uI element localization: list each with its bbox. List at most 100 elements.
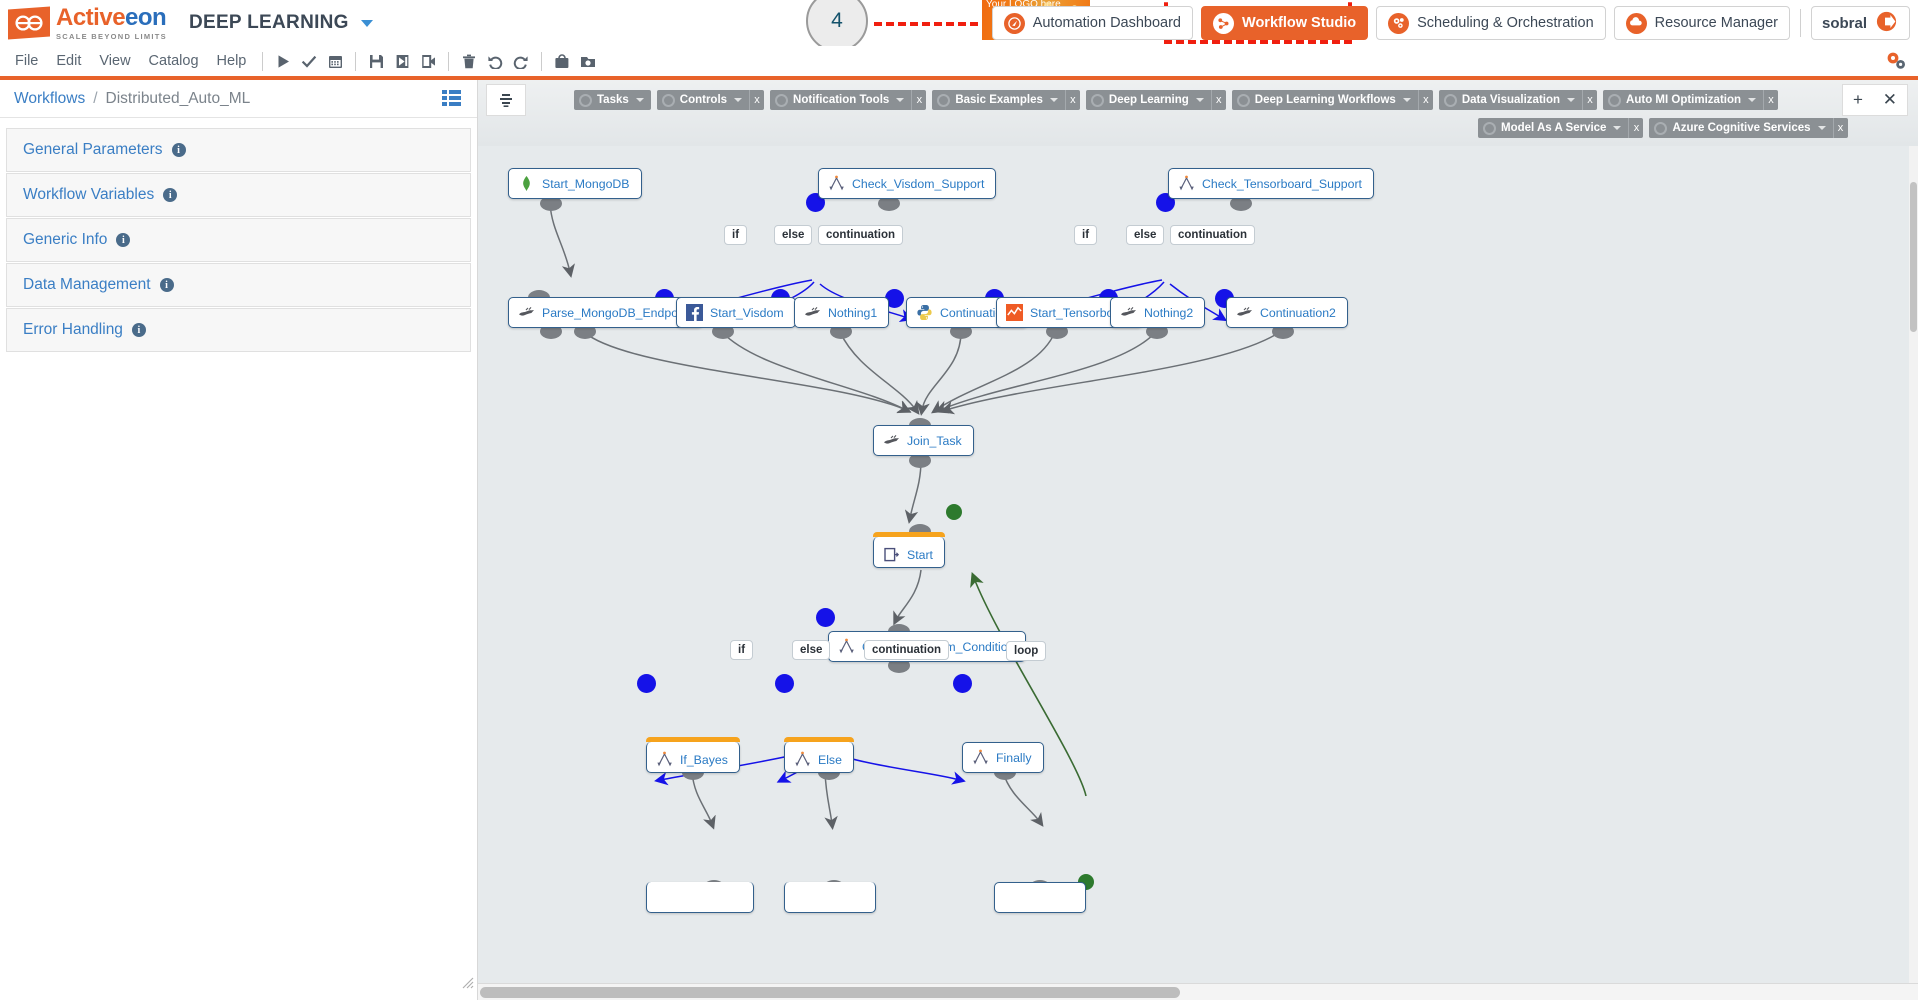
edge-label-else[interactable]: else	[792, 640, 831, 660]
node-finally[interactable]: Finally	[962, 742, 1044, 773]
palette-basic-examples[interactable]: Basic Examples x	[932, 90, 1080, 110]
node-port-loop[interactable]	[946, 504, 962, 520]
node-start-mongodb[interactable]: Start_MongoDB	[508, 168, 642, 199]
user-menu-button[interactable]: sobral	[1810, 6, 1910, 40]
canvas-horizontal-scroll-thumb[interactable]	[480, 987, 1180, 998]
chevron-down-icon[interactable]	[360, 19, 373, 27]
settings-gear-icon[interactable]	[1884, 49, 1908, 73]
logout-arrow-icon[interactable]	[1876, 11, 1899, 36]
execute-play-icon[interactable]	[270, 49, 296, 73]
chevron-down-icon[interactable]	[1567, 98, 1576, 102]
node-nothing1[interactable]: Nothing1	[794, 297, 890, 328]
menu-edit[interactable]: Edit	[47, 50, 90, 72]
edge-label-if[interactable]: if	[1074, 225, 1098, 245]
edge-label-else[interactable]: else	[1126, 225, 1165, 245]
palette-azure-cognitive-services[interactable]: Azure Cognitive Services x	[1649, 118, 1848, 138]
chevron-down-icon[interactable]	[1049, 98, 1058, 102]
add-palette-icon[interactable]: +	[1853, 90, 1863, 110]
accordion-generic-info[interactable]: Generic Info i	[6, 218, 471, 262]
collapse-palette-icon[interactable]: ✕	[1883, 90, 1897, 110]
close-icon[interactable]: x	[1064, 90, 1080, 110]
list-view-icon[interactable]	[441, 88, 463, 108]
canvas-horizontal-scrollbar[interactable]	[478, 983, 1918, 1000]
palette-deep-learning-workflows[interactable]: Deep Learning Workflows x	[1231, 90, 1433, 110]
palette-data-visualization[interactable]: Data Visualization x	[1438, 90, 1598, 110]
close-icon[interactable]: x	[1417, 90, 1433, 110]
node-nothing2[interactable]: Nothing2	[1110, 297, 1206, 328]
node-port-in-branch[interactable]	[775, 674, 794, 693]
chevron-down-icon[interactable]	[734, 98, 743, 102]
node-bottom-partial-3[interactable]	[994, 882, 1086, 913]
edge-label-continuation[interactable]: continuation	[864, 640, 949, 660]
calendar-schedule-icon[interactable]	[322, 49, 348, 73]
info-icon[interactable]: i	[163, 188, 178, 202]
accordion-workflow-variables[interactable]: Workflow Variables i	[6, 173, 471, 217]
node-port-in-branch[interactable]	[953, 674, 972, 693]
edge-label-if[interactable]: if	[724, 225, 748, 245]
nav-scheduling-orchestration[interactable]: Scheduling & Orchestration	[1376, 6, 1606, 40]
edge-label-loop[interactable]: loop	[1006, 641, 1047, 661]
info-icon[interactable]: i	[116, 233, 131, 247]
node-start-loop[interactable]: Start	[873, 532, 945, 568]
redo-icon[interactable]	[508, 49, 534, 73]
chevron-down-icon[interactable]	[896, 98, 905, 102]
edge-label-continuation[interactable]: continuation	[818, 225, 903, 245]
menu-help[interactable]: Help	[208, 50, 256, 72]
close-icon[interactable]: x	[911, 90, 926, 110]
node-bottom-partial-1[interactable]	[646, 882, 754, 913]
canvas-vertical-scrollbar[interactable]	[1909, 146, 1918, 1000]
node-port-branch[interactable]	[816, 608, 835, 627]
palette-tasks[interactable]: Tasks	[574, 90, 651, 110]
chevron-down-icon[interactable]	[1748, 98, 1757, 102]
node-continuation2[interactable]: Continuation2	[1226, 297, 1348, 328]
export-icon[interactable]	[415, 49, 441, 73]
palette-notification-tools[interactable]: Notification Tools x	[770, 90, 927, 110]
package-icon[interactable]	[549, 49, 575, 73]
close-icon[interactable]: x	[1832, 118, 1848, 138]
chevron-down-icon[interactable]	[1195, 98, 1204, 102]
menu-file[interactable]: File	[6, 50, 47, 72]
chevron-down-icon[interactable]	[1817, 126, 1826, 130]
accordion-error-handling[interactable]: Error Handling i	[6, 308, 471, 352]
node-check-visdom-support[interactable]: Check_Visdom_Support	[818, 168, 997, 199]
nav-workflow-studio[interactable]: Workflow Studio	[1201, 6, 1369, 40]
open-folder-icon[interactable]	[575, 49, 601, 73]
close-icon[interactable]: x	[749, 90, 764, 110]
save-icon[interactable]	[363, 49, 389, 73]
import-icon[interactable]	[389, 49, 415, 73]
nav-automation-dashboard[interactable]: Automation Dashboard	[991, 6, 1194, 40]
info-icon[interactable]: i	[131, 323, 146, 337]
close-icon[interactable]: x	[1628, 118, 1643, 138]
edge-label-else[interactable]: else	[774, 225, 813, 245]
accordion-data-management[interactable]: Data Management i	[6, 263, 471, 307]
delete-trash-icon[interactable]	[456, 49, 482, 73]
undo-icon[interactable]	[482, 49, 508, 73]
workflow-canvas[interactable]: Start_MongoDB Check_Visdom_Support Check…	[478, 80, 1918, 1000]
palette-controls[interactable]: Controls x	[656, 90, 765, 110]
menu-catalog[interactable]: Catalog	[140, 50, 208, 72]
brand-logo[interactable]: Activeeon SCALE BEYOND LIMITS	[0, 5, 167, 41]
node-parse-mongodb-endpoint[interactable]: Parse_MongoDB_Endpoint	[508, 297, 704, 328]
info-icon[interactable]: i	[171, 143, 186, 157]
canvas-vertical-scroll-thumb[interactable]	[1910, 182, 1917, 332]
chevron-down-icon[interactable]	[1402, 98, 1411, 102]
chevron-down-icon[interactable]	[635, 98, 644, 102]
palette-auto-ml-optimization[interactable]: Auto MI Optimization x	[1603, 90, 1779, 110]
panel-resize-grip[interactable]	[462, 976, 474, 989]
close-icon[interactable]: x	[1210, 90, 1226, 110]
node-if-bayes[interactable]: If_Bayes	[646, 737, 740, 773]
palette-model-as-a-service[interactable]: Model As A Service x	[1478, 118, 1644, 138]
menu-view[interactable]: View	[90, 50, 139, 72]
palette-deep-learning[interactable]: Deep Learning x	[1085, 90, 1226, 110]
palette-menu-icon[interactable]	[486, 84, 526, 116]
validate-check-icon[interactable]	[296, 49, 322, 73]
edge-label-continuation[interactable]: continuation	[1170, 225, 1255, 245]
edge-label-if[interactable]: if	[730, 640, 754, 660]
nav-resource-manager[interactable]: Resource Manager	[1613, 6, 1790, 40]
close-icon[interactable]: x	[1582, 90, 1597, 110]
node-bottom-partial-2[interactable]	[784, 882, 876, 913]
node-else[interactable]: Else	[784, 737, 854, 773]
close-icon[interactable]: x	[1763, 90, 1778, 110]
chevron-down-icon[interactable]	[1613, 126, 1622, 130]
accordion-general-parameters[interactable]: General Parameters i	[6, 128, 471, 172]
